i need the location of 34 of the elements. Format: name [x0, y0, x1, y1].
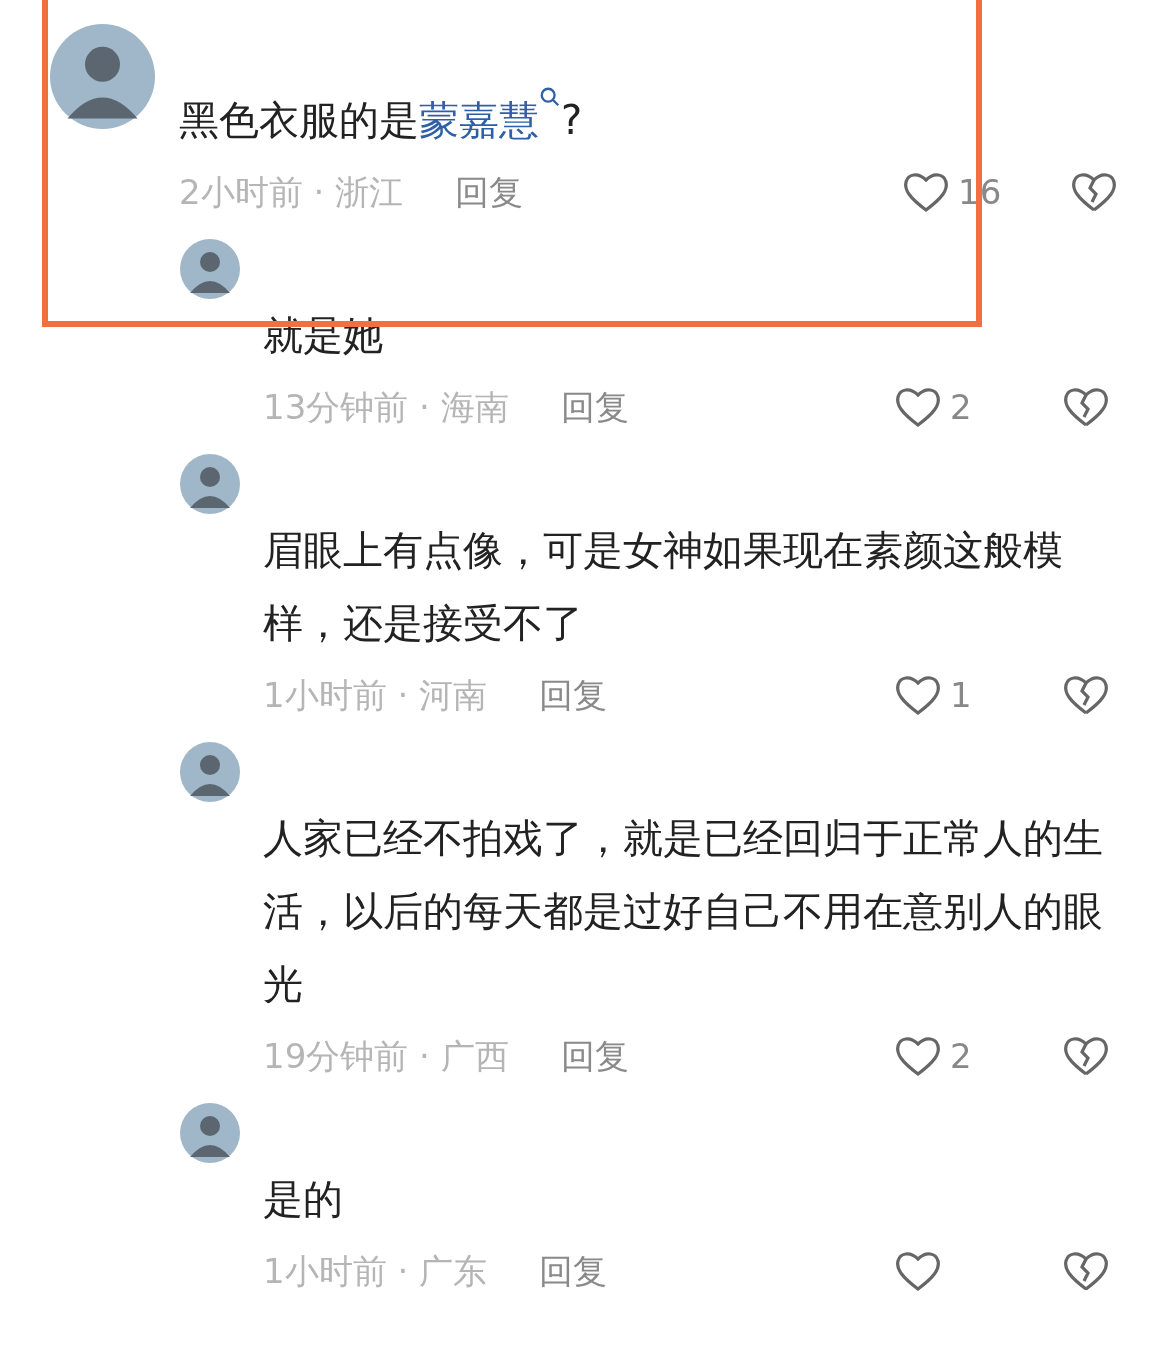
heart-icon[interactable]	[902, 170, 950, 214]
avatar-icon[interactable]	[50, 24, 155, 129]
reply-button[interactable]: 回复	[539, 1245, 608, 1297]
heart-icon[interactable]	[894, 673, 942, 717]
reply-button[interactable]: 回复	[539, 669, 608, 721]
avatar-icon[interactable]	[180, 1103, 240, 1163]
comment-meta: 1小时前 · 广东	[263, 1249, 488, 1293]
comment-meta: 13分钟前 · 海南	[263, 385, 509, 429]
broken-heart-icon[interactable]	[1062, 1034, 1110, 1078]
comment-meta: 2小时前 · 浙江	[179, 170, 404, 214]
comment-text: 黑色衣服的是蒙嘉慧 ?	[179, 84, 1029, 157]
avatar-icon[interactable]	[180, 239, 240, 299]
search-link[interactable]: 蒙嘉慧	[419, 84, 561, 157]
like-count: 1	[949, 673, 973, 717]
broken-heart-icon[interactable]	[1062, 385, 1110, 429]
broken-heart-icon[interactable]	[1062, 673, 1110, 717]
reply-button[interactable]: 回复	[560, 381, 629, 433]
like-count: 2	[949, 1034, 973, 1078]
broken-heart-icon[interactable]	[1062, 1249, 1110, 1293]
comment-text: 眉眼上有点像，可是女神如果现在素颜这般模样，还是接受不了	[263, 526, 1064, 648]
reply-button[interactable]: 回复	[455, 166, 524, 218]
avatar-icon[interactable]	[180, 742, 240, 802]
reply-button[interactable]: 回复	[560, 1030, 629, 1082]
comment-text: 是的	[263, 1175, 344, 1224]
broken-heart-icon[interactable]	[1070, 170, 1118, 214]
heart-icon[interactable]	[894, 1249, 942, 1293]
like-count: 2	[949, 385, 973, 429]
comment-meta: 1小时前 · 河南	[263, 673, 488, 717]
comment-text: 人家已经不拍戏了，就是已经回归于正常人的生活，以后的每天都是过好自己不用在意别人的眼光	[263, 814, 1104, 1009]
comment-meta: 19分钟前 · 广西	[263, 1034, 509, 1078]
heart-icon[interactable]	[894, 385, 942, 429]
search-icon	[539, 86, 561, 108]
heart-icon[interactable]	[894, 1034, 942, 1078]
avatar-icon[interactable]	[180, 454, 240, 514]
